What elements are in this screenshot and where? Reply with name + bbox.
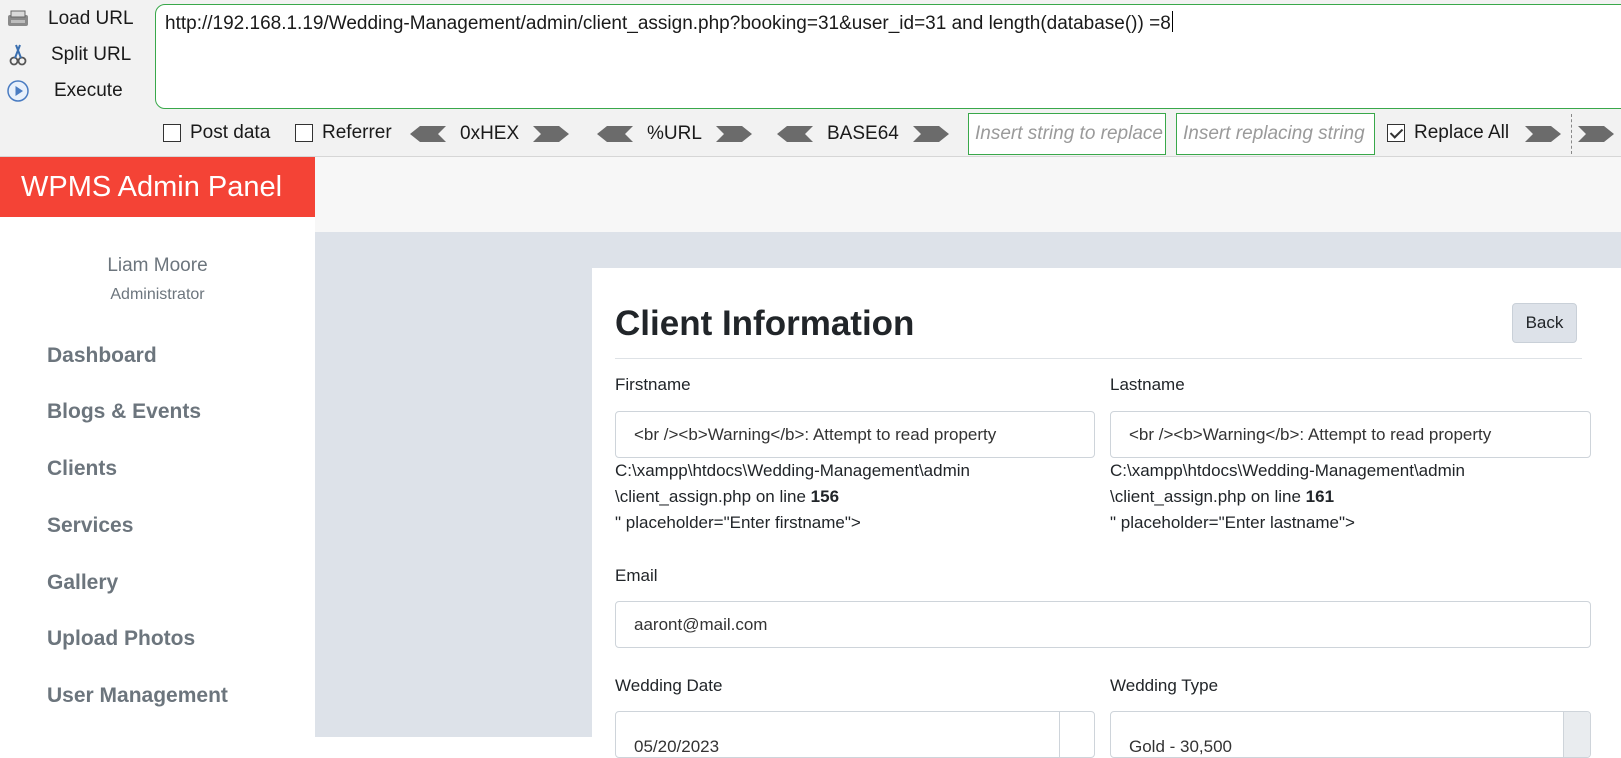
divider: [615, 358, 1582, 359]
post-data-checkbox-box[interactable]: [163, 124, 181, 142]
user-name: Liam Moore: [107, 255, 208, 276]
split-url-label: Split URL: [51, 44, 132, 65]
toolbar-separator: [1571, 114, 1572, 154]
post-data-checkbox[interactable]: Post data: [163, 122, 270, 144]
lastname-error-line: \client_assign.php on line 161: [1110, 484, 1465, 510]
firstname-error-file: \client_assign.php on line: [615, 487, 806, 506]
arrow-right-icon[interactable]: [715, 124, 752, 144]
execute-label: Execute: [54, 80, 123, 101]
lastname-label: Lastname: [1110, 375, 1185, 394]
sidebar-item-upload-photos[interactable]: Upload Photos: [47, 627, 195, 651]
execute-button[interactable]: Execute: [0, 74, 150, 108]
url-encode-label: %URL: [647, 123, 702, 144]
wedding-type-value: Gold - 30,500: [1129, 737, 1233, 756]
wedding-date-value: 05/20/2023: [634, 737, 720, 756]
lastname-error-line-number: 161: [1305, 487, 1335, 506]
top-navbar: [315, 157, 1621, 232]
firstname-error-path: C:\xampp\htdocs\Wedding-Management\admin: [615, 461, 970, 480]
lastname-error-path: C:\xampp\htdocs\Wedding-Management\admin: [1110, 461, 1465, 480]
referrer-label: Referrer: [322, 122, 392, 143]
hackbar-toolbar: Load URL Split URL Execute http://192.16…: [0, 0, 1621, 157]
user-role: Administrator: [110, 286, 205, 303]
post-data-label: Post data: [190, 122, 271, 143]
arrow-left-icon[interactable]: [410, 124, 446, 144]
client-info-card: Client Information Back Firstname <br />…: [592, 268, 1621, 758]
load-url-button[interactable]: Load URL: [0, 2, 150, 36]
split-url-button[interactable]: Split URL: [0, 38, 150, 72]
hex-encode-control[interactable]: 0xHEX: [410, 122, 570, 146]
referrer-checkbox-box[interactable]: [295, 124, 313, 142]
wedding-type-label: Wedding Type: [1110, 676, 1219, 695]
replace-find-input[interactable]: Insert string to replace: [968, 113, 1166, 155]
firstname-input[interactable]: <br /><b>Warning</b>: Attempt to read pr…: [615, 411, 1095, 458]
lastname-error-file: \client_assign.php on line: [1110, 487, 1301, 506]
sidebar-item-clients[interactable]: Clients: [47, 457, 117, 481]
replace-go-arrow-icon[interactable]: [1525, 124, 1561, 144]
firstname-error-line: \client_assign.php on line 156: [615, 484, 970, 510]
arrow-right-icon[interactable]: [533, 124, 570, 144]
lastname-error-tail: " placeholder="Enter lastname">: [1110, 513, 1355, 532]
firstname-error-tail: " placeholder="Enter firstname">: [615, 513, 861, 532]
text-caret: [1171, 11, 1173, 32]
load-url-icon: [8, 10, 28, 26]
load-url-label: Load URL: [48, 8, 134, 29]
sidebar-item-services[interactable]: Services: [47, 514, 133, 538]
firstname-error-line-number: 156: [810, 487, 840, 506]
hex-label: 0xHEX: [460, 123, 520, 144]
replace-more-arrow-icon[interactable]: [1578, 124, 1614, 144]
url-text: http://192.168.1.19/Wedding-Management/a…: [165, 13, 1171, 34]
replace-with-input[interactable]: Insert replacing string: [1176, 113, 1375, 155]
url-encode-control[interactable]: %URL: [597, 122, 752, 146]
sidebar-item-dashboard[interactable]: Dashboard: [47, 344, 157, 368]
arrow-left-icon[interactable]: [777, 124, 813, 144]
arrow-right-icon[interactable]: [912, 124, 949, 144]
play-icon: [7, 80, 29, 102]
replace-all-checkbox-box[interactable]: [1387, 124, 1405, 142]
sidebar-item-gallery[interactable]: Gallery: [47, 571, 118, 595]
replace-all-checkbox[interactable]: Replace All: [1387, 122, 1509, 144]
sidebar: Liam Moore Administrator Dashboard Blogs…: [0, 217, 315, 737]
scissors-icon: [9, 44, 27, 66]
wedding-date-label: Wedding Date: [615, 676, 723, 695]
base64-label: BASE64: [827, 123, 899, 144]
page-title: Client Information: [615, 304, 915, 343]
back-button[interactable]: Back: [1512, 303, 1577, 343]
base64-encode-control[interactable]: BASE64: [777, 122, 949, 146]
firstname-error-text: C:\xampp\htdocs\Wedding-Management\admin…: [615, 458, 970, 536]
replace-all-label: Replace All: [1414, 122, 1510, 143]
sidebar-item-blogs-events[interactable]: Blogs & Events: [47, 400, 201, 424]
email-label: Email: [615, 566, 658, 585]
wedding-type-select[interactable]: Gold - 30,500: [1110, 711, 1591, 758]
sidebar-item-user-management[interactable]: User Management: [47, 684, 228, 708]
firstname-label: Firstname: [615, 375, 691, 394]
chevron-down-icon[interactable]: [1563, 712, 1590, 757]
calendar-button[interactable]: [1059, 712, 1094, 757]
url-input[interactable]: http://192.168.1.19/Wedding-Management/a…: [155, 4, 1621, 109]
wedding-date-input[interactable]: 05/20/2023: [615, 711, 1095, 758]
arrow-left-icon[interactable]: [597, 124, 633, 144]
lastname-error-text: C:\xampp\htdocs\Wedding-Management\admin…: [1110, 458, 1465, 536]
referrer-checkbox[interactable]: Referrer: [295, 122, 392, 144]
email-input[interactable]: aaront@mail.com: [615, 601, 1591, 648]
lastname-input[interactable]: <br /><b>Warning</b>: Attempt to read pr…: [1110, 411, 1591, 458]
brand-logo[interactable]: WPMS Admin Panel: [0, 157, 315, 217]
